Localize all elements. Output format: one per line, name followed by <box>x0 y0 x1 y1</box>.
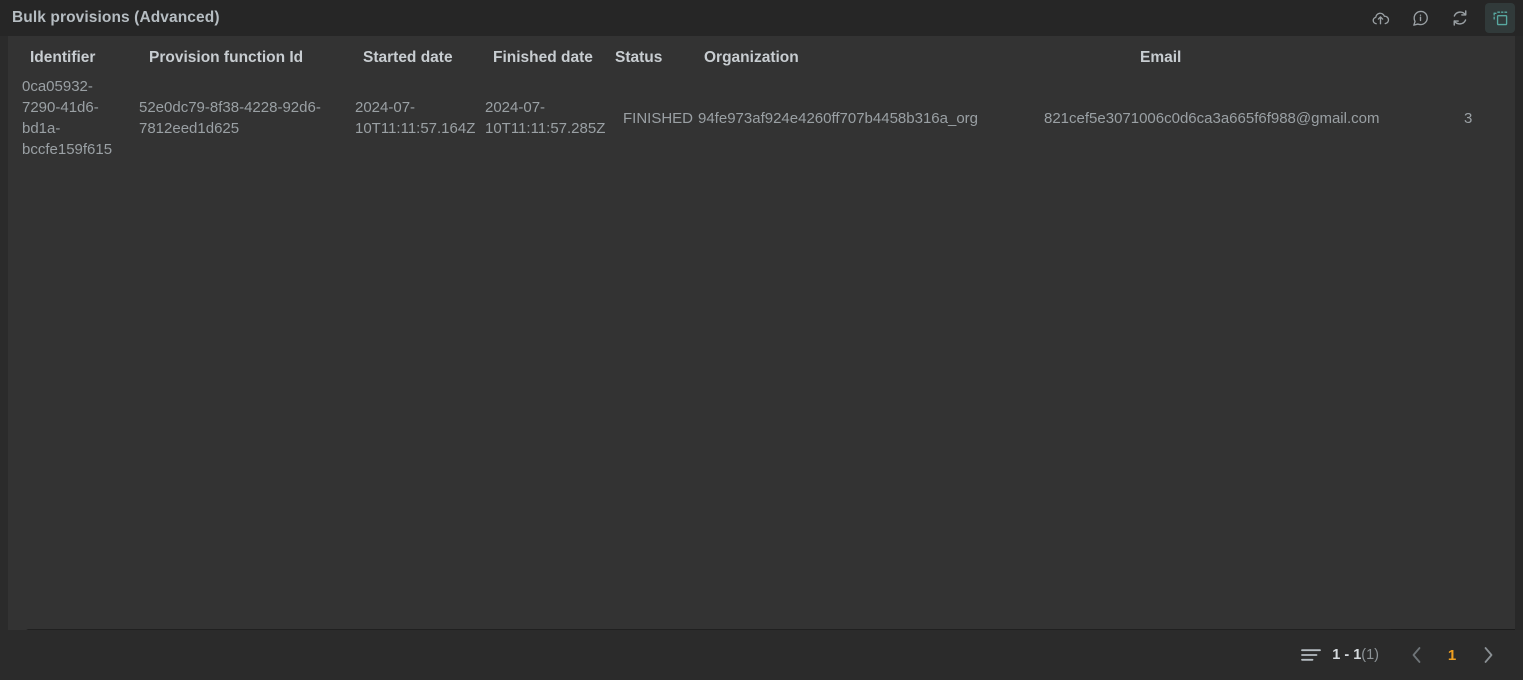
cell-identifier: 0ca05932-7290-41d6-bd1a-bccfe159f615 <box>22 78 113 158</box>
pagination-range-text: 1 - 1 <box>1332 647 1362 663</box>
table-row[interactable]: 0ca05932-7290-41d6-bd1a-bccfe159f615 52e… <box>8 76 1515 160</box>
table-header-row: Identifier Provision function Id Started… <box>8 36 1515 76</box>
column-header-status[interactable]: Status <box>615 49 690 67</box>
refresh-icon[interactable] <box>1445 3 1475 33</box>
pagination: 1 - 1(1) 1 <box>1298 640 1507 670</box>
cell-started-date: 2024-07-10T11:11:57.164Z <box>355 99 476 137</box>
cell-provision-function-id: 52e0dc79-8f38-4228-92d6-7812eed1d625 <box>139 99 321 137</box>
titlebar-actions <box>1365 3 1515 33</box>
window-titlebar: Bulk provisions (Advanced) <box>0 0 1523 36</box>
column-header-provision-function-id[interactable]: Provision function Id <box>131 49 347 67</box>
page-title: Bulk provisions (Advanced) <box>12 9 220 26</box>
provisions-table: Identifier Provision function Id Started… <box>8 36 1515 160</box>
table-footer: 1 - 1(1) 1 <box>0 630 1523 680</box>
column-header-started-date[interactable]: Started date <box>347 49 477 67</box>
cell-organization: 94fe973af924e4260ff707b4458b316a_org <box>698 109 979 127</box>
column-header-identifier[interactable]: Identifier <box>8 49 131 67</box>
select-area-icon[interactable] <box>1485 3 1515 33</box>
cell-finished-date: 2024-07-10T11:11:57.285Z <box>485 99 606 137</box>
provisions-table-panel: Identifier Provision function Id Started… <box>8 36 1515 630</box>
column-header-email[interactable]: Email <box>1036 49 1456 67</box>
pagination-page-1[interactable]: 1 <box>1435 640 1469 670</box>
cloud-upload-icon[interactable] <box>1365 3 1395 33</box>
pagination-total: (1) <box>1361 647 1379 663</box>
info-icon[interactable] <box>1405 3 1435 33</box>
bulk-provisions-window: Bulk provisions (Advanced) Identifier Pr… <box>0 0 1523 680</box>
pagination-prev-button[interactable] <box>1397 640 1435 670</box>
column-header-finished-date[interactable]: Finished date <box>477 49 615 67</box>
pagination-next-button[interactable] <box>1469 640 1507 670</box>
column-header-organization[interactable]: Organization <box>690 49 1036 67</box>
rows-per-page-icon[interactable] <box>1298 643 1324 667</box>
cell-email: 821cef5e3071006c0d6ca3a665f6f988@gmail.c… <box>1044 109 1380 127</box>
cell-status: FINISHED <box>623 109 694 127</box>
cell-overflow: 3 <box>1464 109 1473 127</box>
vertical-scrollbar[interactable] <box>1515 36 1523 630</box>
pagination-range: 1 - 1(1) <box>1332 647 1379 663</box>
